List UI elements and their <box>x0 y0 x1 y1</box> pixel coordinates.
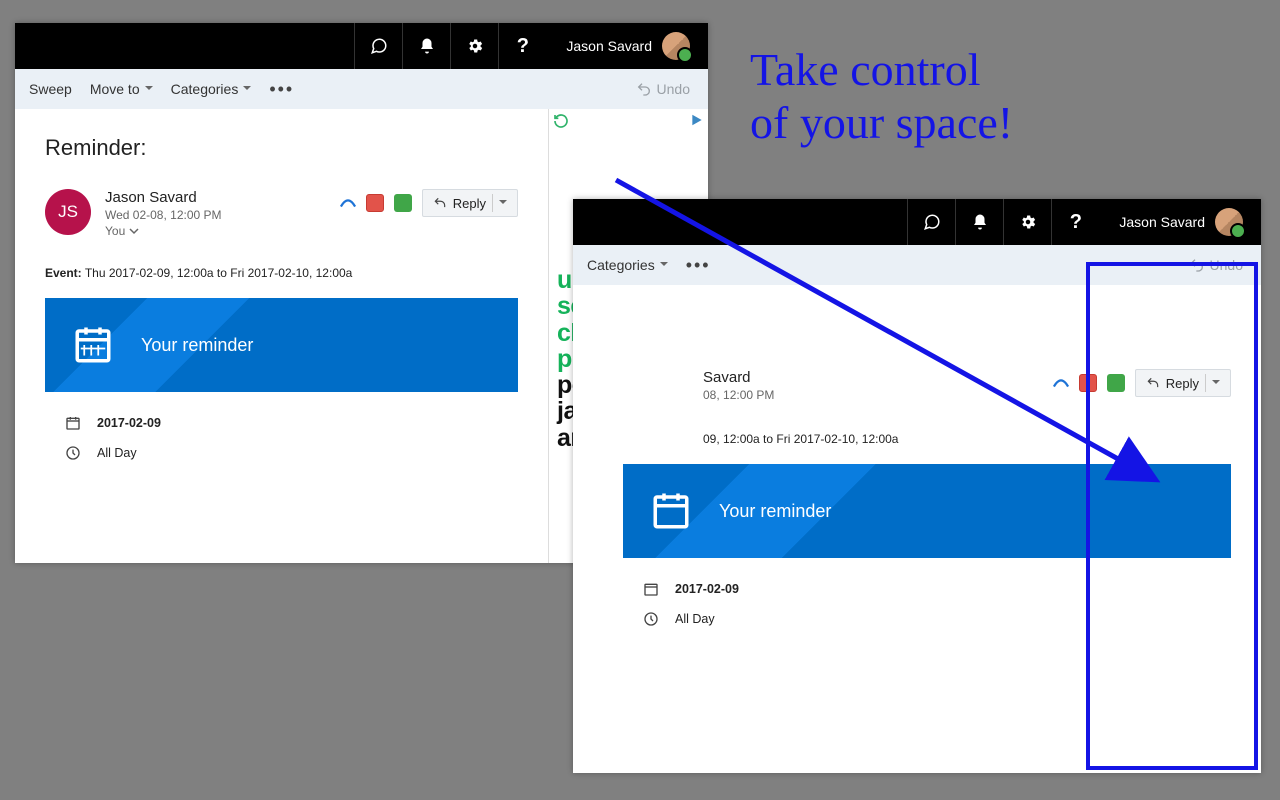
reply-button[interactable]: Reply <box>422 189 518 217</box>
avatar <box>662 32 690 60</box>
sender-info: Savard 08, 12:00 PM <box>703 369 774 404</box>
categories-dropdown[interactable]: Categories <box>587 257 668 273</box>
user-menu[interactable]: Jason Savard <box>546 32 700 60</box>
sender-name: Jason Savard <box>105 189 222 206</box>
bell-icon[interactable] <box>402 23 450 69</box>
evernote-icon[interactable] <box>1107 374 1125 392</box>
sender-date: 08, 12:00 PM <box>703 388 774 402</box>
gear-icon[interactable] <box>450 23 498 69</box>
content-area: Savard 08, 12:00 PM Reply 09, 12:0 <box>573 285 1261 773</box>
user-name: Jason Savard <box>566 38 652 54</box>
user-name: Jason Savard <box>1119 214 1205 230</box>
sweep-button[interactable]: Sweep <box>29 81 72 97</box>
message-actions: Reply <box>340 189 518 217</box>
categories-dropdown[interactable]: Categories <box>171 81 252 97</box>
subject: Reminder: <box>45 135 518 161</box>
undo-button[interactable]: Undo <box>636 81 690 97</box>
recipients-toggle[interactable]: You <box>105 224 222 238</box>
chevron-down-icon <box>1212 376 1220 391</box>
calendar-small-icon <box>65 415 81 431</box>
reply-icon <box>1146 376 1160 390</box>
avatar <box>1215 208 1243 236</box>
outlook-window-after: ? Jason Savard Categories ••• Undo Savar… <box>573 199 1261 773</box>
chevron-down-icon <box>499 196 507 211</box>
bell-icon[interactable] <box>955 199 1003 245</box>
reply-icon <box>433 196 447 210</box>
sender-info: Jason Savard Wed 02-08, 12:00 PM You <box>105 189 222 238</box>
help-icon[interactable]: ? <box>498 23 546 69</box>
chevron-down-icon <box>129 226 139 236</box>
adchoices-icon[interactable] <box>690 113 704 127</box>
event-line: 09, 12:00a to Fri 2017-02-10, 12:00a <box>703 432 1231 446</box>
reminder-time-row: All Day <box>65 438 498 468</box>
message-toolbar: Categories ••• Undo <box>573 245 1261 285</box>
reminder-banner: Your reminder <box>623 464 1231 558</box>
todoist-icon[interactable] <box>366 194 384 212</box>
calendar-icon <box>623 464 719 558</box>
move-to-dropdown[interactable]: Move to <box>90 81 153 97</box>
gear-icon[interactable] <box>1003 199 1051 245</box>
reading-pane: Reminder: JS Jason Savard Wed 02-08, 12:… <box>15 109 548 563</box>
more-actions-button[interactable]: ••• <box>686 255 711 276</box>
boomerang-icon[interactable] <box>1053 375 1069 391</box>
event-line: Event: Thu 2017-02-09, 12:00a to Fri 201… <box>45 266 518 280</box>
chat-icon[interactable] <box>907 199 955 245</box>
reminder-title: Your reminder <box>141 335 253 356</box>
undo-button[interactable]: Undo <box>1189 257 1243 273</box>
chevron-down-icon <box>660 257 668 273</box>
sender-avatar: JS <box>45 189 91 235</box>
reminder-banner: Your reminder <box>45 298 518 392</box>
sender-name: Savard <box>703 369 774 386</box>
reminder-title: Your reminder <box>719 501 831 522</box>
todoist-icon[interactable] <box>1079 374 1097 392</box>
message-header: Savard 08, 12:00 PM Reply <box>593 369 1231 404</box>
calendar-icon <box>45 298 141 392</box>
chevron-down-icon <box>145 81 153 97</box>
user-menu[interactable]: Jason Savard <box>1099 208 1253 236</box>
reminder-body: 2017-02-09 All Day <box>623 558 1231 650</box>
chevron-down-icon <box>243 81 251 97</box>
boomerang-icon[interactable] <box>340 195 356 211</box>
reminder-card: Your reminder 2017-02-09 All Day <box>45 298 518 484</box>
message-toolbar: Sweep Move to Categories ••• Undo <box>15 69 708 109</box>
reply-button[interactable]: Reply <box>1135 369 1231 397</box>
reminder-date-row: 2017-02-09 <box>643 574 1211 604</box>
promo-headline: Take control of your space! <box>750 44 1013 150</box>
reading-pane: Savard 08, 12:00 PM Reply 09, 12:0 <box>573 285 1261 773</box>
titlebar: ? Jason Savard <box>15 23 708 69</box>
undo-icon <box>636 81 652 97</box>
help-icon[interactable]: ? <box>1051 199 1099 245</box>
evernote-icon[interactable] <box>394 194 412 212</box>
reminder-time-row: All Day <box>643 604 1211 634</box>
reminder-date-row: 2017-02-09 <box>65 408 498 438</box>
reminder-body: 2017-02-09 All Day <box>45 392 518 484</box>
calendar-small-icon <box>643 581 659 597</box>
message-actions: Reply <box>1053 369 1231 397</box>
reminder-card: Your reminder 2017-02-09 All Day <box>623 464 1231 650</box>
clock-icon <box>643 611 659 627</box>
titlebar: ? Jason Savard <box>573 199 1261 245</box>
sender-date: Wed 02-08, 12:00 PM <box>105 208 222 222</box>
chat-icon[interactable] <box>354 23 402 69</box>
message-header: JS Jason Savard Wed 02-08, 12:00 PM You <box>45 189 518 238</box>
undo-icon <box>1189 257 1205 273</box>
clock-icon <box>65 445 81 461</box>
ad-refresh-icon[interactable] <box>553 113 569 129</box>
more-actions-button[interactable]: ••• <box>269 79 294 100</box>
